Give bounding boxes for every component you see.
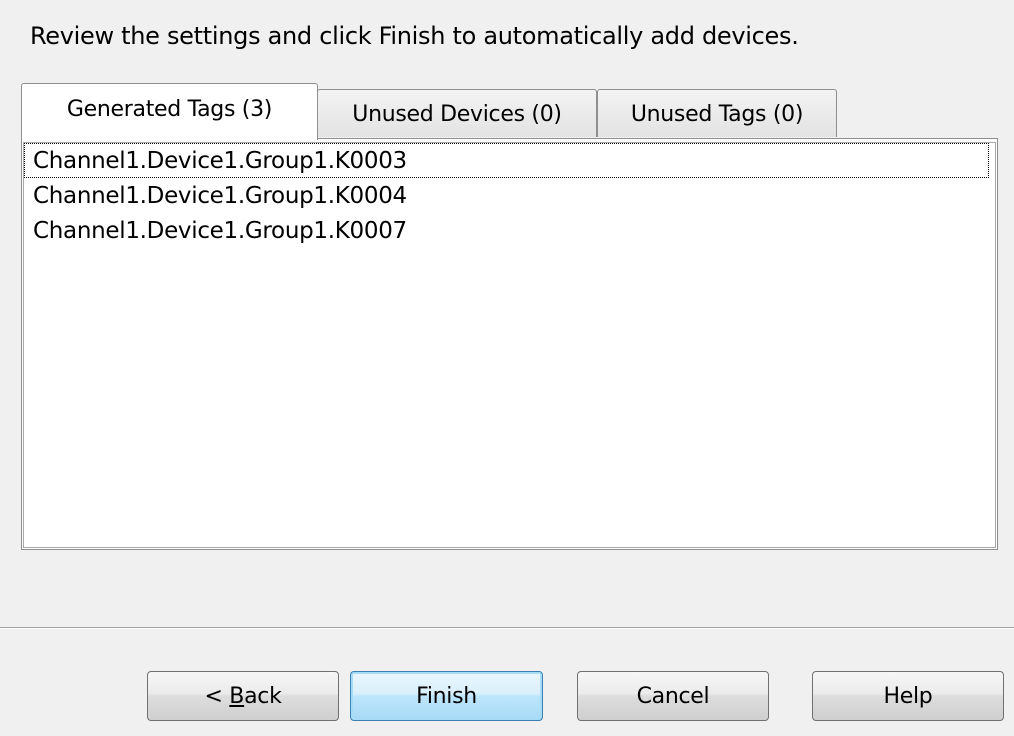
tab-unused-tags[interactable]: Unused Tags (0) [597,89,837,137]
list-item[interactable]: Channel1.Device1.Group1.K0003 [24,143,989,178]
tab-panel-generated-tags: Channel1.Device1.Group1.K0003 Channel1.D… [21,138,998,550]
instruction-text: Review the settings and click Finish to … [30,22,799,50]
tab-unused-devices[interactable]: Unused Devices (0) [317,89,597,137]
list-item[interactable]: Channel1.Device1.Group1.K0004 [24,178,989,213]
list-item[interactable]: Channel1.Device1.Group1.K0007 [24,213,989,248]
finish-button[interactable]: Finish [350,671,543,721]
back-button[interactable]: < Back [147,671,339,721]
cancel-button[interactable]: Cancel [577,671,769,721]
tab-generated-tags[interactable]: Generated Tags (3) [21,83,318,140]
help-button[interactable]: Help [812,671,1004,721]
footer-separator [0,627,1014,629]
generated-tags-list[interactable]: Channel1.Device1.Group1.K0003 Channel1.D… [23,142,996,548]
back-button-prefix: < [204,683,230,709]
back-button-mnemonic: B [229,683,245,709]
back-button-rest: ack [244,683,282,709]
